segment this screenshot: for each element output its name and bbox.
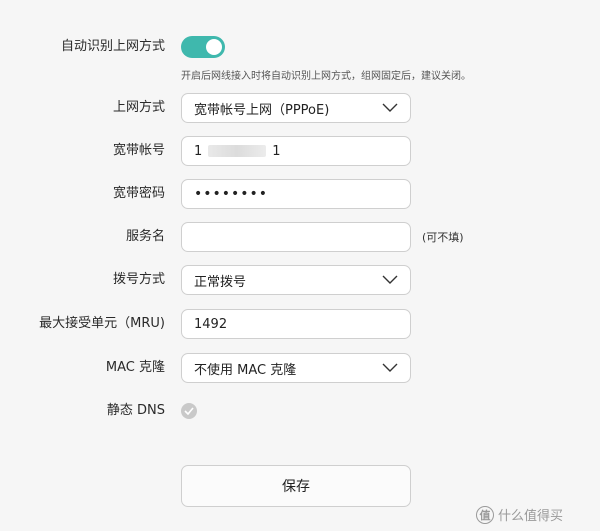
dial-mode-label: 拨号方式 [112,272,165,287]
toggle-knob [206,39,222,55]
optional-note: (可不填) [422,231,464,244]
password-value: •••••••• [194,186,269,202]
watermark: 值 什么值得买 [476,505,563,524]
chevron-down-icon [382,103,398,112]
static-dns-label: 静态 DNS [106,403,165,418]
account-input[interactable]: 1 1 [181,136,411,166]
watermark-text: 什么值得买 [498,509,564,524]
service-name-label: 服务名 [125,229,165,244]
auto-detect-toggle[interactable] [181,36,225,58]
chevron-down-icon [382,275,398,284]
mru-value: 1492 [194,316,228,332]
account-label: 宽带帐号 [112,143,165,158]
dial-mode-value: 正常拨号 [194,274,247,290]
static-dns-checkbox[interactable] [181,403,197,419]
connection-type-value: 宽带帐号上网（PPPoE) [194,102,330,118]
redacted-blur [208,145,267,157]
mru-input[interactable]: 1492 [181,309,411,339]
auto-detect-label: 自动识别上网方式 [60,39,165,54]
checkmark-icon [184,407,194,415]
save-button[interactable]: 保存 [181,465,411,507]
watermark-logo-icon: 值 [476,505,494,524]
mac-clone-value: 不使用 MAC 克隆 [194,362,297,378]
account-value-end: 1 [272,143,281,159]
account-value-start: 1 [194,143,203,159]
connection-type-select[interactable]: 宽带帐号上网（PPPoE) [181,93,411,123]
mac-clone-select[interactable]: 不使用 MAC 克隆 [181,353,411,383]
auto-detect-hint: 开启后网线接入时将自动识别上网方式，组网固定后，建议关闭。 [181,71,471,82]
chevron-down-icon [382,363,398,372]
pppoe-settings-page: 自动识别上网方式 开启后网线接入时将自动识别上网方式，组网固定后，建议关闭。 上… [0,0,600,531]
dial-mode-select[interactable]: 正常拨号 [181,265,411,295]
password-label: 宽带密码 [112,186,165,201]
mru-label: 最大接受单元（MRU) [39,316,165,331]
connection-type-label: 上网方式 [112,100,165,115]
service-name-input[interactable] [181,222,411,252]
mac-clone-label: MAC 克隆 [105,360,165,375]
password-input[interactable]: •••••••• [181,179,411,209]
